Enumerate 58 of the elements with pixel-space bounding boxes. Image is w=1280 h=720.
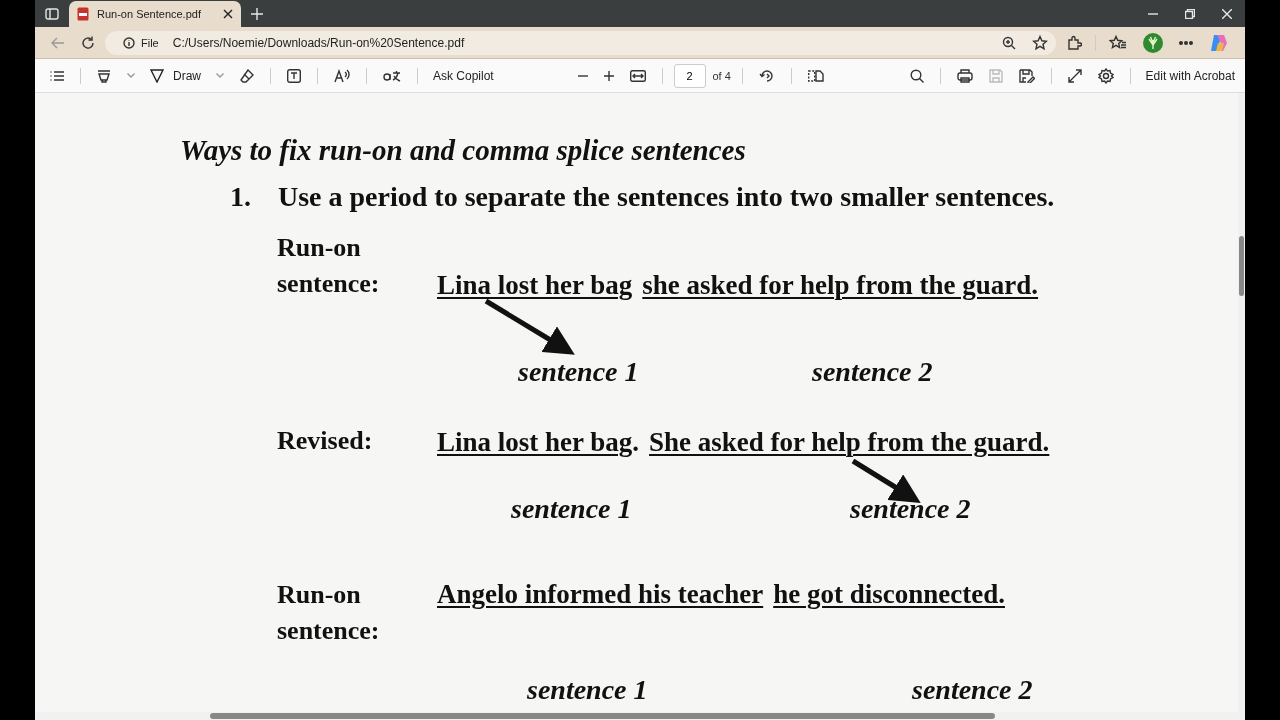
translate-icon[interactable] [383,68,401,83]
pen-icon [150,68,164,83]
example-sentence: Lina lost her bag she asked for help from the guard. [437,269,1039,302]
eraser-icon[interactable] [240,68,254,83]
restore-icon[interactable] [1185,8,1195,19]
list-item-text: Use a period to separate the sentences into two smaller sentences. [278,181,1055,213]
horizontal-scrollbar[interactable] [35,712,1245,720]
pdf-file-icon [77,7,89,21]
fit-width-icon[interactable] [630,69,647,82]
arrow [851,458,921,503]
document-heading: Ways to fix run-on and comma splice sentences [180,135,747,165]
example-sentence: Angelo informed his teacher he got disconnected. [437,578,1005,611]
rotate-icon[interactable] [758,67,775,84]
vertical-scrollbar[interactable] [1238,93,1245,712]
star-icon[interactable] [1032,34,1048,51]
chevron-down-icon[interactable] [127,73,135,78]
settings-icon[interactable] [1097,67,1114,84]
sentence-caption: sentence 2 [812,357,932,387]
zoom-in-icon[interactable] [604,70,615,81]
highlighter-icon[interactable] [97,68,111,83]
search-icon[interactable] [909,68,924,83]
sentence-caption: sentence 2 [850,494,970,524]
text-box-icon[interactable] [287,68,301,83]
scroll-thumb[interactable] [1239,236,1244,296]
browser-tab[interactable]: Run-on Sentence.pdf [69,1,241,27]
sentence-caption: sentence 1 [511,494,631,524]
page-count: of 4 [712,69,731,82]
list-number: 1. [230,181,252,213]
sentence-caption: sentence 2 [912,675,1032,705]
chevron-down-icon[interactable] [216,73,224,78]
scroll-thumb[interactable] [210,713,995,719]
example-label: Run-on sentence: [277,579,381,647]
contents-list-icon[interactable] [50,69,64,82]
example-sentence: Lina lost her bag. She asked for help from the guard. [437,426,1050,459]
page-view-icon[interactable] [807,68,824,83]
example-label: Revised: [277,425,374,457]
address-field[interactable]: File C:/Users/Noemie/Downloads/Run-on%20Sentence.pdf [105,30,1056,55]
favorites-icon[interactable] [1109,34,1127,51]
close-icon[interactable] [223,9,233,19]
puzzle-icon[interactable] [1066,34,1082,51]
ask-copilot-button[interactable]: Ask Copilot [429,66,498,85]
page-number-field[interactable]: 2 [674,63,707,88]
more-icon[interactable] [1179,40,1193,45]
example-label: Run-on sentence: [277,232,381,300]
edit-with-acrobat-button[interactable]: Edit with Acrobat [1141,66,1239,85]
print-icon[interactable] [956,68,973,83]
draw-button[interactable]: Draw [146,66,205,85]
save-as-icon[interactable] [1018,68,1035,83]
info-icon [123,36,135,49]
sentence-caption: sentence 1 [518,357,638,387]
plus-icon[interactable] [251,7,263,20]
sidebar-icon[interactable] [45,7,59,20]
zoom-in-icon[interactable] [1002,35,1016,50]
profile-avatar[interactable] [1143,32,1163,53]
reload-icon[interactable] [81,35,95,50]
read-aloud-icon[interactable] [334,68,350,83]
sentence-caption: sentence 1 [527,675,647,705]
fullscreen-icon[interactable] [1067,68,1082,83]
